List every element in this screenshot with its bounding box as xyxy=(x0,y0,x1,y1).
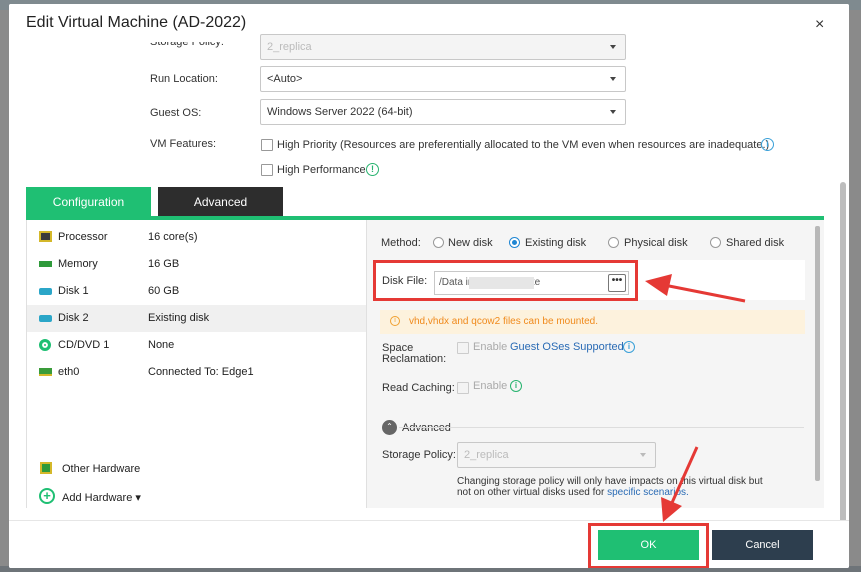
hardware-item-disk-1[interactable]: Disk 1 60 GB xyxy=(27,278,366,305)
chevron-down-icon xyxy=(610,77,616,81)
memory-icon xyxy=(39,261,52,267)
notice-text: vhd,vhdx and qcow2 files can be mounted. xyxy=(409,316,599,327)
read-caching-checkbox[interactable] xyxy=(457,382,469,394)
plus-circle-icon: + xyxy=(39,488,55,504)
nic-icon xyxy=(39,368,52,376)
method-new-disk-radio[interactable] xyxy=(433,237,444,248)
panel-scrollbar[interactable] xyxy=(815,226,820,481)
add-hardware-label: Add Hardware ▾ xyxy=(62,492,141,504)
info-icon[interactable]: ! xyxy=(366,163,379,176)
disk-icon xyxy=(39,288,52,295)
method-existing-disk-radio[interactable] xyxy=(509,237,520,248)
chevron-down-icon xyxy=(640,453,646,457)
disk-storage-policy-value: 2_replica xyxy=(464,449,509,461)
hardware-item-memory[interactable]: Memory 16 GB xyxy=(27,251,366,278)
chevron-down-icon xyxy=(610,110,616,114)
info-icon[interactable]: i xyxy=(761,138,774,151)
disk-storage-policy-label: Storage Policy: xyxy=(382,449,456,461)
hardware-name: Memory xyxy=(58,258,98,270)
info-icon[interactable]: i xyxy=(623,341,635,353)
guest-os-value: Windows Server 2022 (64-bit) xyxy=(267,106,413,118)
space-reclamation-checkbox[interactable] xyxy=(457,342,469,354)
read-caching-label: Read Caching: xyxy=(382,382,455,394)
storage-policy-select: 2_replica xyxy=(260,34,626,60)
method-existing-disk-label: Existing disk xyxy=(525,237,587,249)
policy-note-text: not on other virtual disks used for xyxy=(457,487,605,498)
method-physical-disk-label: Physical disk xyxy=(624,237,688,249)
hardware-value: 16 core(s) xyxy=(148,231,198,243)
other-hardware[interactable]: Other Hardware xyxy=(27,456,366,483)
hardware-value: 16 GB xyxy=(148,258,180,270)
storage-policy-label: Storage Policy: xyxy=(150,42,224,48)
run-location-value: <Auto> xyxy=(267,73,303,85)
other-hardware-label: Other Hardware xyxy=(62,463,141,475)
space-reclamation-enable-label: Enable xyxy=(473,341,508,353)
edit-vm-dialog: Edit Virtual Machine (AD-2022) × Storage… xyxy=(9,4,849,568)
highlight-box xyxy=(373,260,638,301)
method-label: Method: xyxy=(381,237,421,249)
guest-oses-link[interactable]: Guest OSes Supported xyxy=(510,341,624,353)
cd-dvd-icon xyxy=(39,339,51,351)
tab-advanced[interactable]: Advanced xyxy=(158,187,283,218)
disk-storage-policy-select: 2_replica xyxy=(457,442,656,468)
space-reclamation-label: Reclamation: xyxy=(382,353,447,365)
hardware-value: 60 GB xyxy=(148,285,180,297)
dialog-title: Edit Virtual Machine (AD-2022) xyxy=(26,14,247,31)
dialog-scrollbar[interactable] xyxy=(840,182,846,524)
collapse-icon[interactable]: ⌃ xyxy=(382,420,397,435)
run-location-select[interactable]: <Auto> xyxy=(260,66,626,92)
high-priority-checkbox[interactable] xyxy=(261,139,273,151)
guest-os-label: Guest OS: xyxy=(150,107,202,119)
tab-configuration[interactable]: Configuration xyxy=(26,187,151,218)
read-caching-enable-label: Enable xyxy=(473,380,508,392)
policy-note: Changing storage policy will only have i… xyxy=(457,476,763,487)
storage-policy-value: 2_replica xyxy=(267,41,312,53)
hardware-value: Existing disk xyxy=(148,312,210,324)
processor-icon xyxy=(39,231,52,242)
hardware-item-cd-dvd-1[interactable]: CD/DVD 1 None xyxy=(27,332,366,359)
info-icon: i xyxy=(390,316,400,326)
high-performance-checkbox[interactable] xyxy=(261,164,273,176)
divider xyxy=(399,427,804,428)
policy-note: not on other virtual disks used for spec… xyxy=(457,487,689,498)
method-shared-disk-label: Shared disk xyxy=(726,237,785,249)
method-physical-disk-radio[interactable] xyxy=(608,237,619,248)
guest-os-select[interactable]: Windows Server 2022 (64-bit) xyxy=(260,99,626,125)
vm-features-label: VM Features: xyxy=(150,138,217,150)
hardware-name: Disk 2 xyxy=(58,312,89,324)
run-location-label: Run Location: xyxy=(150,73,218,85)
hardware-item-disk-2[interactable]: Disk 2 Existing disk xyxy=(27,305,366,332)
method-shared-disk-radio[interactable] xyxy=(710,237,721,248)
hardware-chip-icon xyxy=(40,462,52,474)
close-icon[interactable]: × xyxy=(815,17,824,33)
chevron-down-icon xyxy=(610,45,616,49)
high-priority-label: High Priority (Resources are preferentia… xyxy=(277,139,770,151)
hardware-name: Processor xyxy=(58,231,108,243)
disk-icon xyxy=(39,315,52,322)
mount-notice: i vhd,vhdx and qcow2 files can be mounte… xyxy=(380,310,805,334)
hardware-value: None xyxy=(148,339,175,351)
hardware-value: Connected To: Edge1 xyxy=(148,366,254,378)
highlight-box xyxy=(588,523,709,568)
hardware-item-eth0[interactable]: eth0 Connected To: Edge1 xyxy=(27,359,366,386)
add-hardware-button[interactable]: + Add Hardware ▾ xyxy=(27,484,366,511)
method-new-disk-label: New disk xyxy=(448,237,493,249)
hardware-item-processor[interactable]: Processor 16 core(s) xyxy=(27,224,366,251)
hardware-name: Disk 1 xyxy=(58,285,89,297)
hardware-name: CD/DVD 1 xyxy=(58,339,110,351)
advanced-section-label: Advanced xyxy=(402,422,451,434)
info-icon[interactable]: i xyxy=(510,380,522,392)
hardware-name: eth0 xyxy=(58,366,80,378)
high-performance-label: High Performance xyxy=(277,164,366,176)
specific-scenarios-link[interactable]: specific scenarios. xyxy=(607,487,689,498)
cancel-button[interactable]: Cancel xyxy=(712,530,813,560)
hardware-list: Processor 16 core(s) Memory 16 GB Disk 1… xyxy=(26,220,367,508)
